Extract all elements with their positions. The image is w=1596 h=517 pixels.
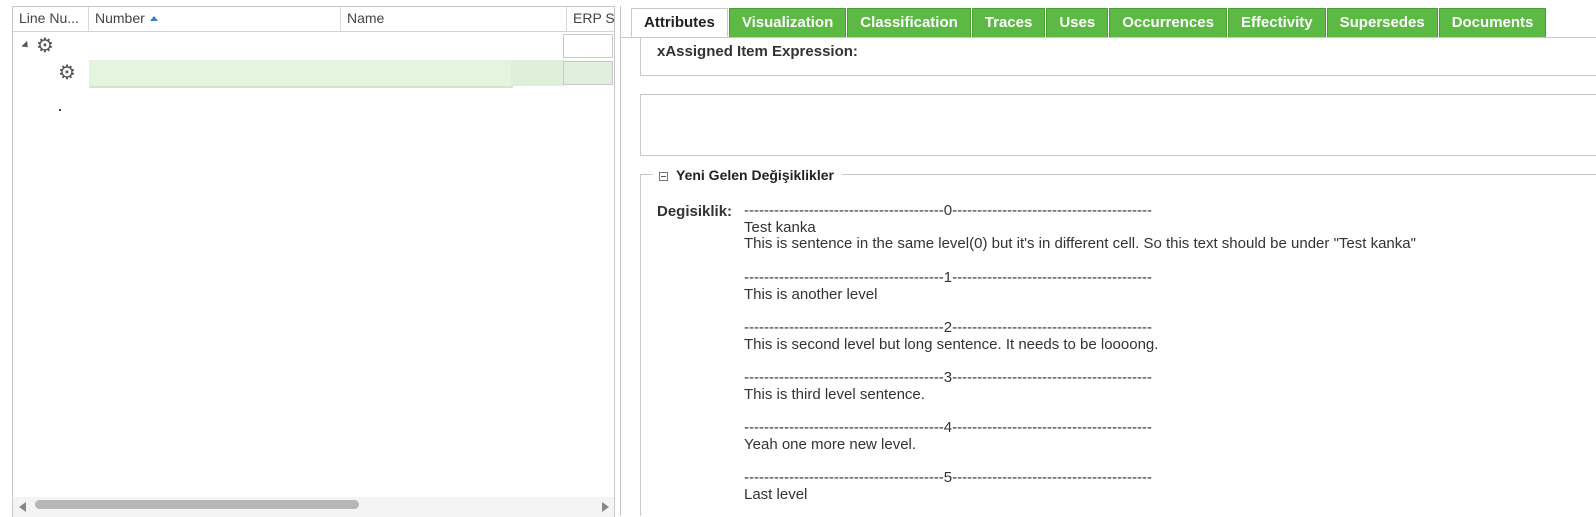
divider [1550, 155, 1596, 156]
table-row[interactable]: ⚙ [13, 33, 614, 59]
tab-classification[interactable]: Classification [847, 8, 971, 37]
column-header-label: Name [347, 10, 385, 26]
column-header-line-number[interactable]: Line Nu... [13, 7, 89, 31]
column-header-name[interactable]: Name [341, 7, 567, 31]
tab-occurrences[interactable]: Occurrences [1109, 8, 1227, 37]
section-yeni-gelen-degisiklikler: Yeni Gelen Değişiklikler Degisiklik: ---… [640, 165, 1596, 516]
tab-effectivity[interactable]: Effectivity [1227, 8, 1326, 37]
gear-icon: ⚙ [58, 62, 76, 84]
empty-attribute-box [640, 94, 1550, 156]
divider [1550, 94, 1596, 95]
section-header: Yeni Gelen Değişiklikler [653, 165, 842, 185]
column-header-label: Number [95, 10, 145, 26]
expand-arrow-icon[interactable] [21, 40, 31, 51]
tab-bar: Attributes Visualization Classification … [631, 8, 1547, 38]
degisiklik-label: Degisiklik: [657, 203, 733, 220]
section-title: Yeni Gelen Değişiklikler [676, 167, 834, 183]
structure-grid: Line Nu... Number Name ERP S ⚙ ⚙ [12, 6, 615, 517]
degisiklik-value: ----------------------------------------… [744, 202, 1416, 503]
column-header-label: ERP S [573, 10, 614, 26]
details-panel: Attributes Visualization Classification … [620, 6, 1596, 516]
scroll-right-icon[interactable] [602, 502, 609, 512]
assigned-expression-box: xAssigned Item Expression: [640, 38, 1596, 76]
gear-icon: ⚙ [36, 35, 54, 57]
grid-header: Line Nu... Number Name ERP S [13, 7, 614, 32]
collapse-icon[interactable] [659, 172, 668, 181]
tab-attributes[interactable]: Attributes [631, 8, 728, 37]
table-row-selected[interactable]: ⚙ [13, 60, 614, 88]
row-selection-underline [89, 86, 513, 88]
erp-cell[interactable] [563, 61, 613, 85]
column-header-label: Line Nu... [19, 10, 79, 26]
erp-cell[interactable] [563, 34, 613, 58]
scrollbar-thumb[interactable] [35, 500, 359, 509]
tab-traces[interactable]: Traces [971, 8, 1046, 37]
row-selection-highlight [511, 60, 564, 86]
horizontal-scrollbar[interactable] [13, 497, 614, 517]
scroll-left-icon[interactable] [19, 502, 26, 512]
column-header-number[interactable]: Number [89, 7, 341, 31]
sort-ascending-icon [149, 15, 158, 21]
tab-visualization[interactable]: Visualization [728, 8, 847, 37]
line-dot [59, 109, 61, 111]
assigned-expression-label: xAssigned Item Expression: [657, 43, 858, 60]
tab-uses[interactable]: Uses [1046, 8, 1109, 37]
tab-documents[interactable]: Documents [1438, 8, 1547, 37]
column-header-erp[interactable]: ERP S [567, 7, 614, 31]
row-selection-highlight [89, 60, 513, 86]
tab-supersedes[interactable]: Supersedes [1326, 8, 1438, 37]
